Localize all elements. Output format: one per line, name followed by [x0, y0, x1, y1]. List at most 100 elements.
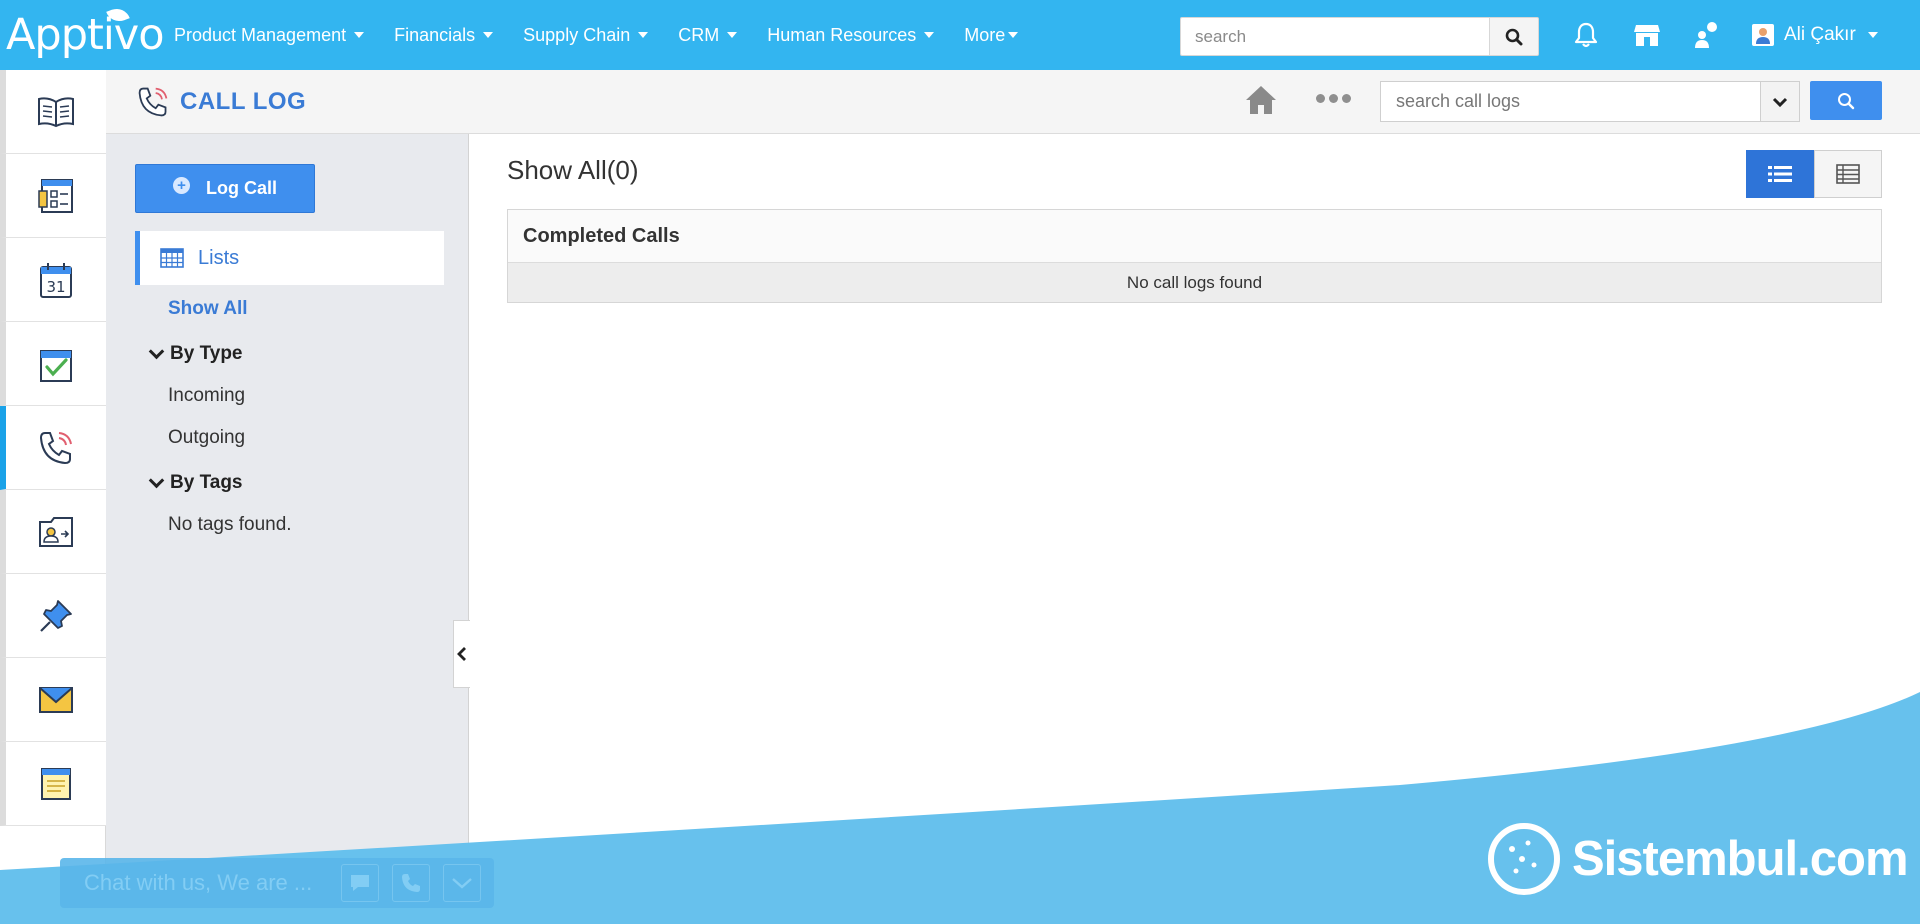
global-search-button[interactable]	[1489, 17, 1539, 56]
empty-state-message: No call logs found	[508, 263, 1881, 302]
main-nav: Product Management Financials Supply Cha…	[174, 0, 1048, 70]
apptivo-logo[interactable]: Apptivo	[6, 5, 165, 60]
log-call-button[interactable]: + Log Call	[135, 164, 315, 213]
table-header: Completed Calls	[508, 210, 1881, 263]
task-check-icon	[40, 349, 72, 382]
chat-bubble-icon	[351, 875, 369, 891]
phone-icon	[138, 87, 168, 117]
rail-item-knowledge-base[interactable]	[0, 70, 106, 154]
nav-label: More	[964, 24, 1006, 45]
search-options-dropdown[interactable]	[1760, 81, 1800, 122]
lists-section[interactable]: Lists	[135, 231, 444, 285]
rail-item-call-log[interactable]	[0, 406, 106, 490]
search-icon	[1838, 92, 1855, 109]
bell-icon	[1574, 22, 1598, 48]
by-tags-label: By Tags	[170, 472, 243, 493]
nav-supply-chain[interactable]: Supply Chain	[523, 24, 649, 46]
log-call-label: Log Call	[206, 178, 277, 198]
caret-down-icon	[483, 32, 494, 38]
rail-item-calendar[interactable]: 31	[0, 238, 106, 322]
nav-label: Financials	[394, 24, 476, 45]
incoming-link[interactable]: Incoming	[168, 385, 245, 407]
people-icon	[1695, 22, 1717, 48]
sistembul-watermark: Sistembul.com	[1488, 823, 1909, 895]
calendar-icon: 31	[40, 262, 72, 298]
rail-item-email[interactable]	[0, 658, 106, 742]
user-name: Ali Çakır	[1784, 24, 1856, 45]
app-rail: 31	[0, 70, 106, 924]
by-tags-toggle[interactable]: By Tags	[148, 472, 243, 494]
caret-down-icon	[1867, 32, 1878, 38]
show-all-link[interactable]: Show All	[168, 298, 248, 320]
user-avatar-icon	[1756, 28, 1770, 44]
global-search-input[interactable]	[1180, 17, 1490, 56]
nav-more[interactable]: More	[964, 24, 1019, 46]
page-title: CALL LOG	[136, 70, 306, 134]
collapse-panel-button[interactable]	[453, 620, 470, 688]
rail-item-tasks[interactable]	[0, 322, 106, 406]
nav-human-resources[interactable]: Human Resources	[767, 24, 935, 46]
logo-text: Apptivo	[6, 10, 165, 60]
store-icon	[1634, 25, 1660, 46]
nav-label: CRM	[678, 24, 720, 45]
chevron-left-icon	[457, 647, 466, 661]
page-title-text: CALL LOG	[180, 88, 307, 115]
home-icon	[1246, 86, 1276, 114]
chevron-down-icon	[148, 343, 165, 359]
no-tags-text: No tags found.	[168, 514, 292, 535]
by-type-toggle[interactable]: By Type	[148, 343, 243, 365]
chevron-down-icon	[452, 878, 472, 889]
app-store-button[interactable]	[1630, 18, 1664, 52]
caret-down-icon	[354, 32, 365, 38]
more-options-icon[interactable]	[1316, 94, 1351, 103]
caret-down-icon	[727, 32, 738, 38]
call-log-search-button[interactable]	[1810, 81, 1882, 120]
phone-icon	[39, 431, 72, 464]
contact-card-icon	[39, 516, 73, 547]
chevron-down-icon	[148, 472, 165, 488]
nav-crm[interactable]: CRM	[678, 24, 738, 46]
caret-down-icon	[638, 32, 649, 38]
chat-call-button[interactable]	[392, 864, 430, 902]
chat-message-button[interactable]	[341, 864, 379, 902]
user-menu[interactable]: Ali Çakır	[1752, 0, 1878, 70]
list-view-button[interactable]	[1746, 150, 1814, 198]
call-log-search-input[interactable]	[1380, 81, 1760, 122]
caret-down-icon	[924, 32, 935, 38]
notepad-icon	[41, 767, 71, 800]
rail-item-notes[interactable]	[0, 742, 106, 826]
table-grid-icon	[160, 248, 184, 268]
left-panel: + Log Call Lists Show All By Type Incomi…	[106, 134, 469, 924]
nav-label: Product Management	[174, 24, 347, 45]
table-view-button[interactable]	[1814, 150, 1882, 198]
plus-circle-icon: +	[173, 177, 190, 194]
rail-item-notes-pin[interactable]	[0, 574, 106, 658]
brand-text: Sistembul.com	[1572, 832, 1909, 886]
rail-item-contacts[interactable]	[0, 490, 106, 574]
book-icon	[38, 96, 74, 127]
svg-text:31: 31	[46, 278, 65, 296]
top-navbar: Apptivo Product Management Financials Su…	[0, 0, 1920, 70]
connections-button[interactable]	[1690, 18, 1724, 52]
pushpin-icon	[40, 599, 72, 632]
avatar	[1752, 24, 1774, 46]
nav-label: Human Resources	[767, 24, 917, 45]
chat-minimize-button[interactable]	[443, 864, 481, 902]
notifications-button[interactable]	[1569, 18, 1603, 52]
nav-financials[interactable]: Financials	[394, 24, 494, 46]
envelope-icon	[39, 686, 73, 713]
chat-widget[interactable]: Chat with us, We are ...	[60, 858, 494, 908]
table-view-icon	[1836, 164, 1860, 184]
search-icon	[1505, 28, 1523, 45]
view-toggle	[1746, 150, 1882, 198]
nav-product-management[interactable]: Product Management	[174, 24, 365, 46]
home-button[interactable]	[1244, 84, 1278, 121]
outgoing-link[interactable]: Outgoing	[168, 427, 245, 449]
chevron-down-icon	[1772, 97, 1788, 107]
nav-label: Supply Chain	[523, 24, 631, 45]
chat-prompt: Chat with us, We are ...	[84, 870, 313, 895]
brand-logo-icon	[1488, 823, 1560, 895]
form-icon	[38, 178, 73, 213]
phone-icon	[402, 874, 420, 892]
rail-item-forms[interactable]	[0, 154, 106, 238]
